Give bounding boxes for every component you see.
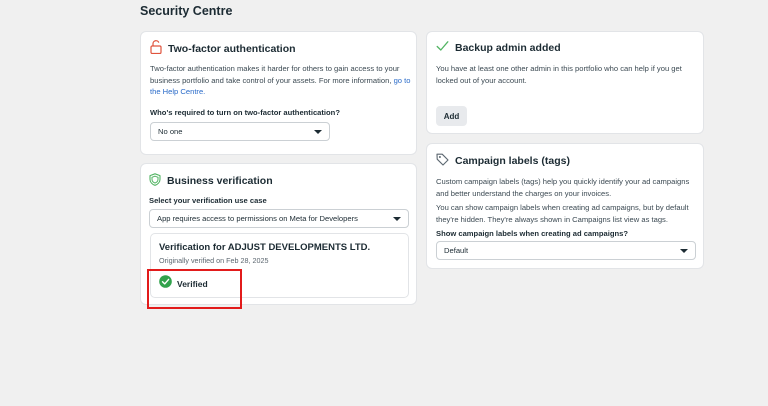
campaign-labels-select[interactable]: Default bbox=[436, 241, 696, 260]
business-verification-header: Business verification bbox=[149, 173, 273, 189]
campaign-labels-card: Campaign labels (tags) Custom campaign l… bbox=[426, 143, 704, 269]
backup-admin-card: Backup admin added You have at least one… bbox=[426, 31, 704, 134]
shield-icon bbox=[149, 173, 161, 189]
backup-admin-description: You have at least one other admin in thi… bbox=[436, 64, 682, 85]
security-centre-page: Security Centre Two-factor authenticatio… bbox=[0, 0, 768, 406]
chevron-down-icon bbox=[680, 248, 688, 253]
two-factor-card: Two-factor authentication Two-factor aut… bbox=[140, 31, 417, 155]
campaign-labels-question: Show campaign labels when creating ad ca… bbox=[436, 229, 629, 238]
chevron-down-icon bbox=[314, 129, 322, 134]
backup-admin-header: Backup admin added bbox=[436, 40, 561, 55]
page-title: Security Centre bbox=[140, 4, 233, 18]
backup-admin-title: Backup admin added bbox=[455, 41, 561, 54]
campaign-labels-description-2: You can show campaign labels when creati… bbox=[436, 203, 689, 224]
campaign-labels-header: Campaign labels (tags) bbox=[436, 153, 570, 169]
unlocked-lock-icon bbox=[150, 40, 162, 57]
business-verification-title: Business verification bbox=[167, 175, 273, 187]
verified-highlight-box bbox=[147, 269, 242, 309]
verification-company-title: Verification for ADJUST DEVELOPMENTS LTD… bbox=[159, 242, 371, 253]
two-factor-requirement-select[interactable]: No one bbox=[150, 122, 330, 141]
verification-date: Originally verified on Feb 28, 2025 bbox=[159, 256, 269, 265]
add-backup-admin-button[interactable]: Add bbox=[436, 106, 467, 126]
two-factor-title: Two-factor authentication bbox=[168, 42, 296, 55]
chevron-down-icon bbox=[393, 216, 401, 221]
two-factor-question: Who's required to turn on two-factor aut… bbox=[150, 108, 340, 117]
check-icon bbox=[436, 40, 449, 55]
campaign-labels-description-1: Custom campaign labels (tags) help you q… bbox=[436, 177, 690, 198]
verification-use-case-label: Select your verification use case bbox=[149, 196, 267, 205]
two-factor-selected-value: No one bbox=[158, 127, 183, 136]
tag-icon bbox=[436, 153, 449, 169]
campaign-labels-title: Campaign labels (tags) bbox=[455, 155, 570, 167]
verification-use-case-select[interactable]: App requires access to permissions on Me… bbox=[149, 209, 409, 228]
two-factor-header: Two-factor authentication bbox=[150, 40, 296, 57]
two-factor-description: Two-factor authentication makes it harde… bbox=[150, 63, 412, 98]
campaign-labels-selected-value: Default bbox=[444, 246, 469, 255]
two-factor-description-text: Two-factor authentication makes it harde… bbox=[150, 64, 400, 85]
verification-use-case-value: App requires access to permissions on Me… bbox=[157, 214, 358, 223]
